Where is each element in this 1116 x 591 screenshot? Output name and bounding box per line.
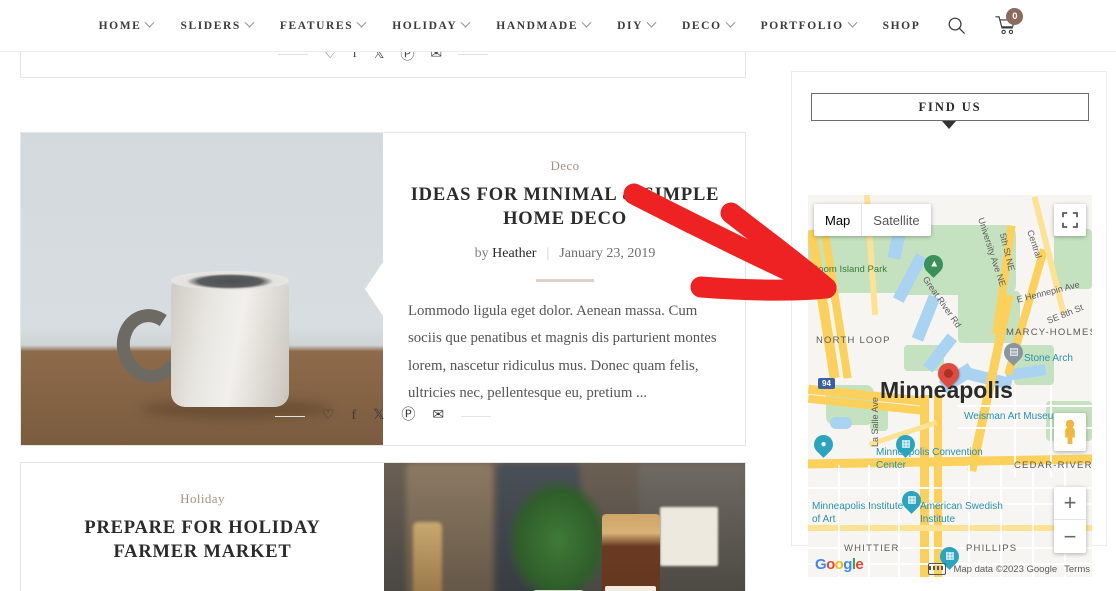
nav-item-sliders[interactable]: SLIDERS: [180, 17, 255, 32]
terms-link[interactable]: Terms: [1064, 564, 1090, 575]
widget-title-box: FIND US: [811, 93, 1089, 121]
pinterest-icon[interactable]: Ⓟ: [401, 409, 415, 423]
nav-item-label: HANDMADE: [496, 19, 579, 32]
article-thumbnail[interactable]: [384, 463, 745, 591]
article-title[interactable]: PREPARE FOR HOLIDAY FARMER MARKET: [43, 516, 362, 565]
email-icon[interactable]: ✉: [432, 409, 444, 423]
chevron-down-icon: [646, 17, 657, 28]
title-divider: [536, 278, 594, 282]
article-thumbnail[interactable]: [21, 133, 383, 445]
article-category[interactable]: Deco: [408, 158, 722, 174]
google-logo: Google: [815, 556, 864, 573]
byline: by Heather: [474, 245, 537, 261]
search-icon[interactable]: [947, 16, 966, 35]
map-zoom-control: + −: [1054, 487, 1086, 553]
x-twitter-icon[interactable]: 𝕏: [373, 409, 384, 423]
divider: [458, 53, 489, 55]
divider: [274, 415, 305, 417]
nav-item-label: SHOP: [882, 19, 921, 32]
nav-item-label: SLIDERS: [180, 19, 241, 32]
nav-item-shop[interactable]: SHOP: [883, 20, 921, 32]
nav-item-deco[interactable]: DECO: [681, 17, 736, 32]
author-link[interactable]: Heather: [492, 246, 536, 261]
map-type-control: Map Satellite: [814, 204, 931, 236]
map-type-button-satellite[interactable]: Satellite: [861, 204, 930, 236]
page-content: ♡ f 𝕏 Ⓟ ✉ Deco IDEAS FOR MINIMAL & SIMPL…: [0, 0, 1116, 591]
card-notch: [365, 262, 383, 316]
divider: [277, 53, 308, 55]
farmer-market-photo: [384, 463, 745, 591]
nav-item-label: HOME: [98, 19, 142, 32]
chevron-down-icon: [244, 17, 255, 28]
chevron-down-icon: [725, 17, 736, 28]
keyboard-shortcuts-icon[interactable]: [928, 563, 947, 575]
nav-item-portfolio[interactable]: PORTFOLIO: [760, 17, 858, 32]
chevron-down-icon: [356, 17, 367, 28]
map-attribution: Map data ©2023 Google Terms: [928, 563, 1090, 575]
chevron-down-icon: [847, 17, 858, 28]
article-body: Holiday PREPARE FOR HOLIDAY FARMER MARKE…: [21, 463, 384, 591]
shopping-cart-icon[interactable]: 0: [995, 8, 1024, 36]
meta-separator: |: [546, 245, 550, 261]
widget-title-arrow-icon: [942, 121, 956, 129]
nav-item-handmade[interactable]: HANDMADE: [496, 17, 592, 32]
article-excerpt: Lommodo ligula eget dolor. Aenean massa.…: [408, 302, 717, 401]
mug-photo: [21, 133, 383, 445]
nav-item-label: DIY: [617, 19, 643, 32]
article-title[interactable]: IDEAS FOR MINIMAL & SIMPLE HOME DECO: [408, 183, 722, 232]
nav-item-features[interactable]: FEATURES: [279, 17, 367, 32]
article-body: Deco IDEAS FOR MINIMAL & SIMPLE HOME DEC…: [383, 133, 747, 445]
widget-title: FIND US: [918, 99, 982, 114]
fullscreen-icon[interactable]: [1054, 204, 1086, 236]
nav-item-label: DECO: [681, 19, 722, 32]
chevron-down-icon: [460, 17, 471, 28]
find-us-widget: FIND US 94 Boom Island Park Great River …: [791, 71, 1107, 577]
chevron-down-icon: [581, 17, 592, 28]
article-card: Holiday PREPARE FOR HOLIDAY FARMER MARKE…: [20, 462, 746, 591]
nav-item-home[interactable]: HOME: [98, 17, 155, 32]
cart-count-badge: 0: [1006, 8, 1024, 25]
zoom-out-button[interactable]: −: [1054, 520, 1086, 553]
article-card: Deco IDEAS FOR MINIMAL & SIMPLE HOME DEC…: [20, 132, 746, 446]
google-map[interactable]: 94 Boom Island Park Great River Rd Unive…: [808, 195, 1092, 577]
attribution-text: Map data ©2023 Google: [953, 563, 1058, 575]
nav-item-label: PORTFOLIO: [760, 19, 844, 32]
nav-item-holiday[interactable]: HOLIDAY: [392, 17, 471, 32]
share-row: ♡ f 𝕏 Ⓟ ✉: [46, 409, 720, 423]
article-date: January 23, 2019: [559, 245, 656, 261]
nav-item-diy[interactable]: DIY: [617, 17, 657, 32]
article-meta: by Heather | January 23, 2019: [408, 246, 722, 262]
heart-icon[interactable]: ♡: [322, 409, 335, 423]
article-category[interactable]: Holiday: [43, 491, 362, 507]
nav-item-label: HOLIDAY: [392, 19, 458, 32]
main-navigation-bar: HOME SLIDERS FEATURES HOLIDAY HANDMADE D…: [0, 0, 1116, 52]
map-type-button-map[interactable]: Map: [814, 204, 861, 236]
facebook-icon[interactable]: f: [351, 409, 356, 423]
nav-item-label: FEATURES: [279, 19, 354, 32]
street-view-pegman-icon[interactable]: [1054, 413, 1086, 451]
zoom-in-button[interactable]: +: [1054, 487, 1086, 520]
divider: [461, 415, 492, 417]
chevron-down-icon: [145, 17, 155, 28]
